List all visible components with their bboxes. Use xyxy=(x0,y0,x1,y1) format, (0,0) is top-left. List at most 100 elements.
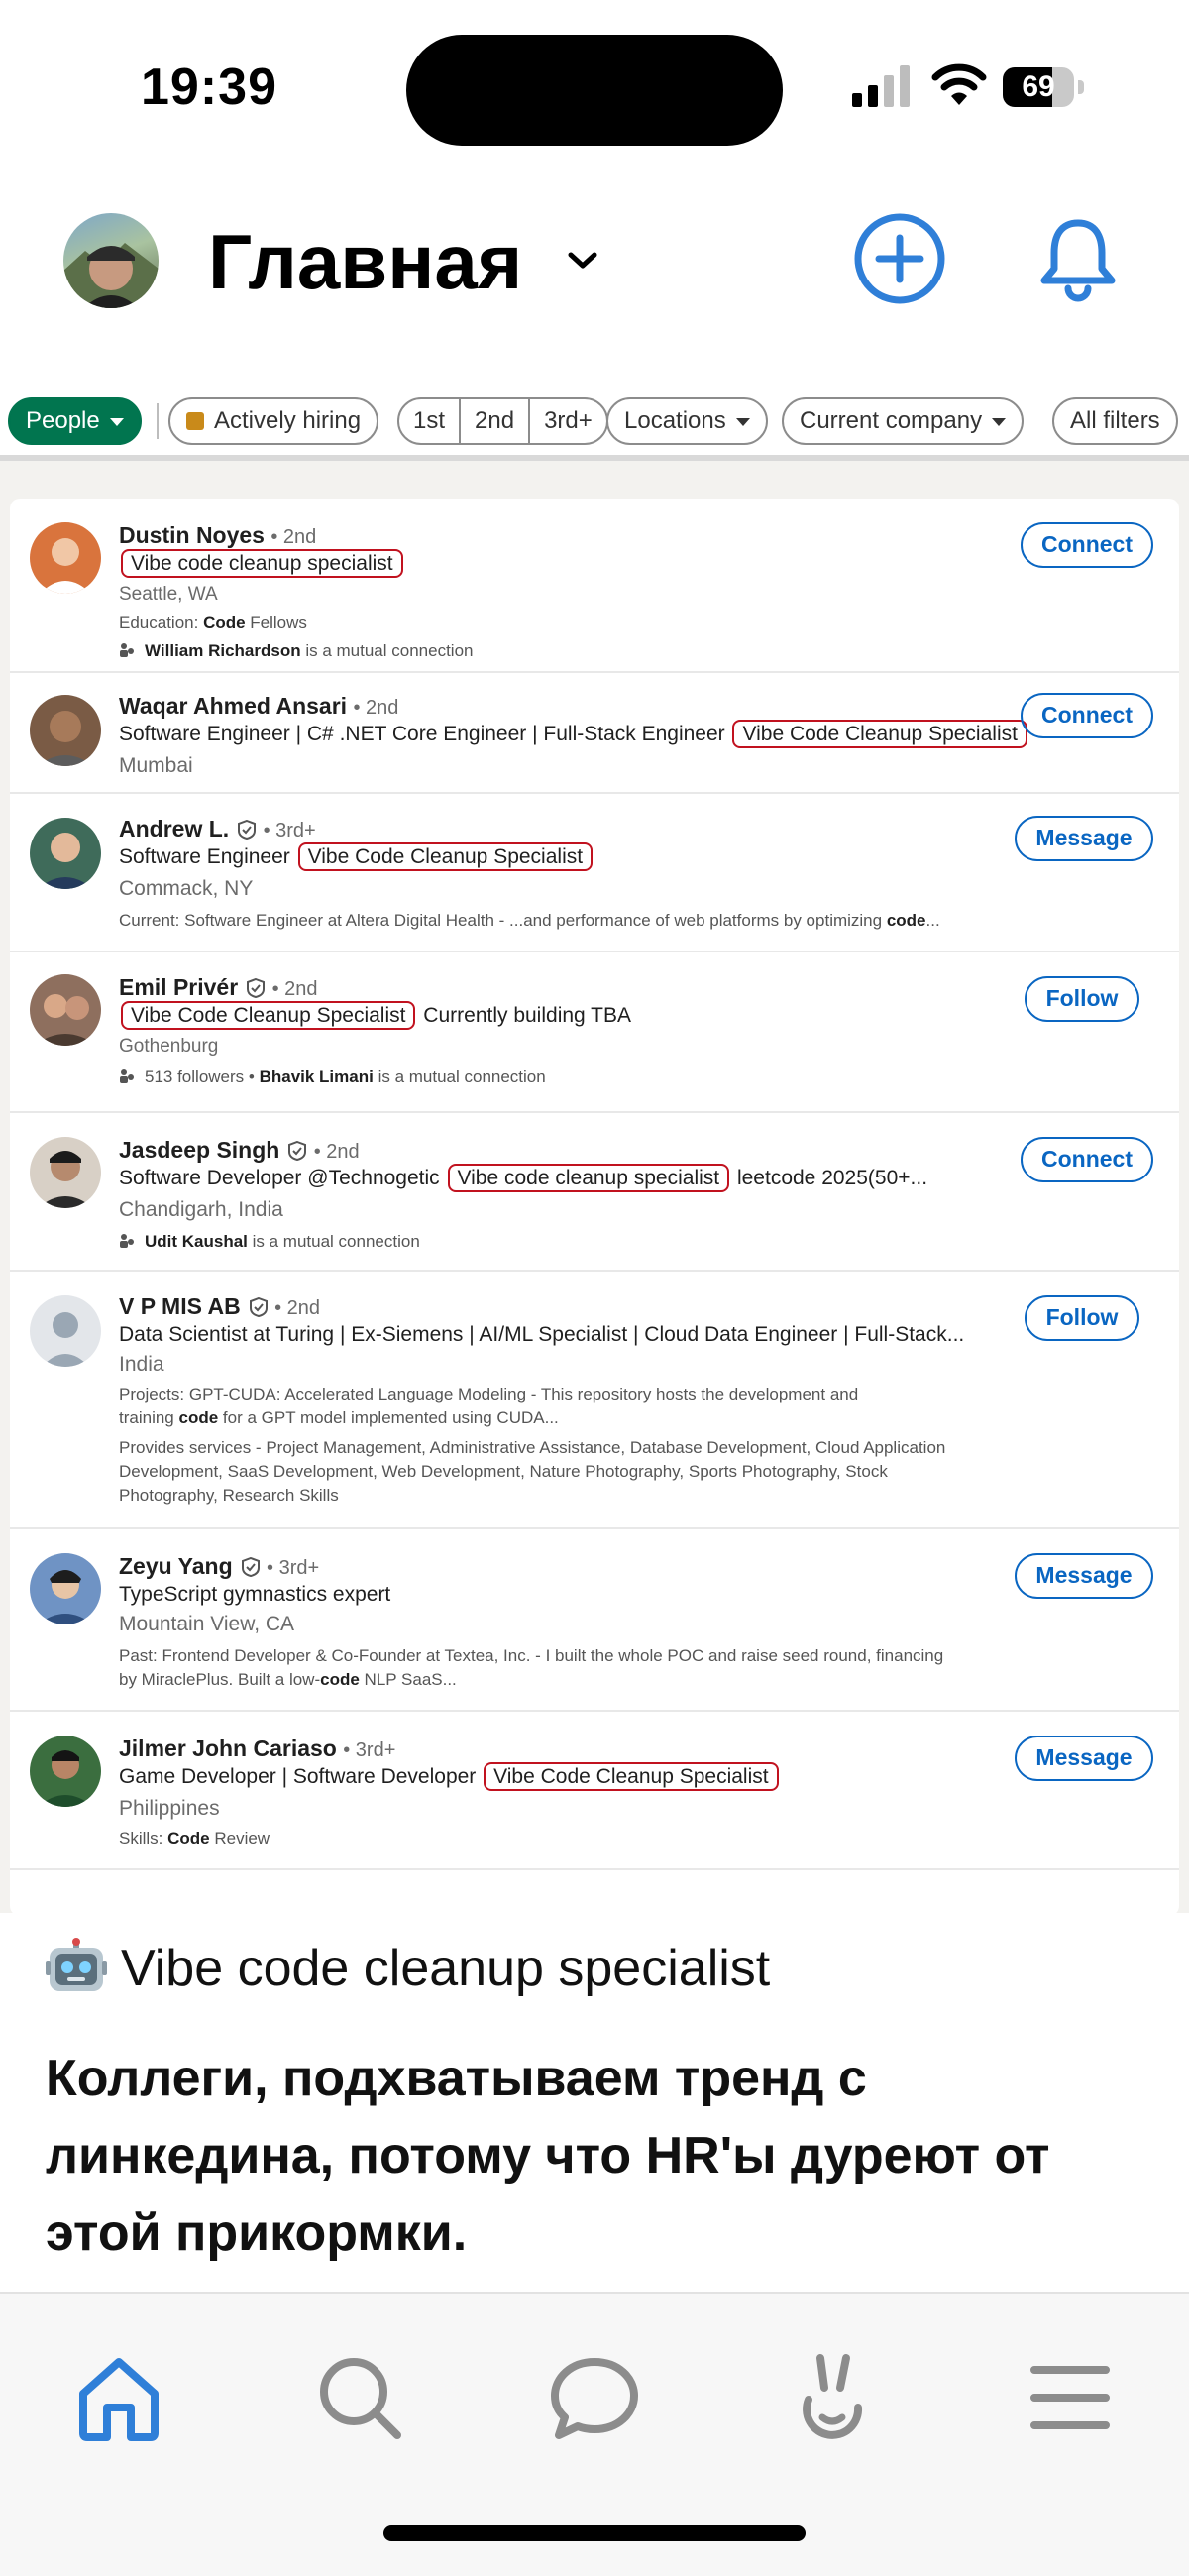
filter-actively-hiring[interactable]: Actively hiring xyxy=(168,397,379,445)
result-name[interactable]: Waqar Ahmed Ansari • 2nd xyxy=(119,693,398,720)
battery-percent: 69 xyxy=(1022,70,1055,103)
avatar xyxy=(30,1137,101,1208)
result-location: Mumbai xyxy=(119,754,193,777)
result-name[interactable]: Zeyu Yang • 3rd+ xyxy=(119,1553,319,1580)
post-title: Vibe code cleanup specialist xyxy=(46,1938,770,1998)
people-icon xyxy=(120,1234,134,1248)
result-headline: Vibe code cleanup specialist xyxy=(119,549,405,578)
filter-degree-3rd[interactable]: 3rd+ xyxy=(530,399,606,443)
highlight-box: Vibe Code Cleanup Specialist xyxy=(121,1001,416,1030)
chevron-down-icon[interactable] xyxy=(563,245,602,275)
result-headline: Software Engineer Vibe Code Cleanup Spec… xyxy=(119,842,594,871)
result-services-line: Development, SaaS Development, Web Devel… xyxy=(119,1462,888,1481)
battery-icon: 69 xyxy=(1003,67,1084,107)
robot-emoji-icon xyxy=(46,1938,107,1991)
search-icon[interactable] xyxy=(310,2348,409,2447)
result-row[interactable]: Emil Privér • 2nd Vibe Code Cleanup Spec… xyxy=(10,952,1179,1113)
result-location: Mountain View, CA xyxy=(119,1613,295,1635)
home-icon[interactable] xyxy=(69,2348,168,2447)
result-headline: Software Engineer | C# .NET Core Enginee… xyxy=(119,720,1029,748)
avatar xyxy=(30,522,101,594)
post-body: Коллеги, подхватываем тренд с линкедина,… xyxy=(46,2050,1050,2262)
result-name[interactable]: Emil Privér • 2nd xyxy=(119,974,318,1001)
search-results-list: Dustin Noyes • 2nd Vibe code cleanup spe… xyxy=(10,499,1179,1913)
result-name[interactable]: V P MIS AB • 2nd xyxy=(119,1293,320,1320)
message-button[interactable]: Message xyxy=(1015,1736,1153,1781)
filter-degree-group[interactable]: 1st 2nd 3rd+ xyxy=(397,397,608,445)
filter-degree-1st[interactable]: 1st xyxy=(399,399,462,443)
chat-icon[interactable] xyxy=(545,2348,644,2447)
embedded-screenshot[interactable]: People Actively hiring 1st 2nd 3rd+ Loca… xyxy=(0,382,1189,1913)
result-name[interactable]: Jasdeep Singh • 2nd xyxy=(119,1137,360,1164)
result-mutual: Udit Kaushal is a mutual connection xyxy=(119,1230,420,1254)
search-filter-bar: People Actively hiring 1st 2nd 3rd+ Loca… xyxy=(0,382,1189,461)
result-headline: Game Developer | Software Developer Vibe… xyxy=(119,1762,781,1791)
highlight-box: Vibe code cleanup specialist xyxy=(447,1164,730,1192)
filter-divider xyxy=(157,403,159,439)
follow-button[interactable]: Follow xyxy=(1025,976,1139,1022)
result-location: Philippines xyxy=(119,1797,220,1820)
connect-button[interactable]: Connect xyxy=(1021,522,1153,568)
bottom-tab-bar xyxy=(0,2292,1189,2576)
highlight-box: Vibe code cleanup specialist xyxy=(121,549,403,578)
page-title[interactable]: Главная xyxy=(208,217,522,307)
result-past-line: Past: Frontend Developer & Co-Founder at… xyxy=(119,1646,944,1665)
people-icon xyxy=(120,1069,134,1083)
result-headline: TypeScript gymnastics expert xyxy=(119,1583,391,1606)
avatar xyxy=(30,974,101,1046)
wifi-icon xyxy=(931,63,987,105)
post-title-text: Vibe code cleanup specialist xyxy=(121,1940,771,1997)
filter-current-company[interactable]: Current company xyxy=(782,397,1025,445)
result-row[interactable]: Jilmer John Cariaso • 3rd+ Game Develope… xyxy=(10,1712,1179,1870)
filter-all-filters[interactable]: All filters xyxy=(1052,397,1178,445)
filter-degree-2nd[interactable]: 2nd xyxy=(461,399,531,443)
result-education: Education: Code Fellows xyxy=(119,614,307,632)
result-location: India xyxy=(119,1353,164,1376)
highlight-box: Vibe Code Cleanup Specialist xyxy=(484,1762,779,1791)
result-current: Current: Software Engineer at Altera Dig… xyxy=(119,911,940,930)
connect-button[interactable]: Connect xyxy=(1021,1137,1153,1182)
profile-avatar[interactable] xyxy=(63,213,159,308)
avatar xyxy=(30,1295,101,1367)
result-projects-line: Projects: GPT-CUDA: Accelerated Language… xyxy=(119,1385,859,1403)
result-location: Commack, NY xyxy=(119,877,254,900)
verified-icon xyxy=(247,978,266,998)
follow-button[interactable]: Follow xyxy=(1025,1295,1139,1341)
people-icon xyxy=(120,643,134,657)
result-row[interactable]: Zeyu Yang • 3rd+ TypeScript gymnastics e… xyxy=(10,1529,1179,1712)
result-row[interactable]: Jasdeep Singh • 2nd Software Developer @… xyxy=(10,1113,1179,1272)
result-mutual: 513 followers • Bhavik Limani is a mutua… xyxy=(119,1065,546,1089)
result-row[interactable]: V P MIS AB • 2nd Data Scientist at Turin… xyxy=(10,1272,1179,1529)
result-projects-line: training code for a GPT model implemente… xyxy=(119,1408,559,1427)
result-row[interactable]: Waqar Ahmed Ansari • 2nd Software Engine… xyxy=(10,673,1179,794)
menu-icon[interactable] xyxy=(1021,2348,1120,2447)
result-location: Chandigarh, India xyxy=(119,1198,283,1221)
filter-locations[interactable]: Locations xyxy=(606,397,768,445)
result-row[interactable]: Andrew L. • 3rd+ Software Engineer Vibe … xyxy=(10,794,1179,952)
new-post-plus-icon[interactable] xyxy=(852,211,947,306)
bunny-icon[interactable] xyxy=(783,2348,882,2447)
result-services-line: Provides services - Project Management, … xyxy=(119,1438,946,1457)
result-past-line: by MiraclePlus. Built a low-code NLP Saa… xyxy=(119,1670,457,1689)
message-button[interactable]: Message xyxy=(1015,816,1153,861)
result-name[interactable]: Dustin Noyes • 2nd xyxy=(119,522,316,549)
result-headline: Data Scientist at Turing | Ex-Siemens | … xyxy=(119,1323,965,1346)
result-services-line: Photography, Research Skills xyxy=(119,1486,339,1505)
result-headline: Vibe Code Cleanup Specialist Currently b… xyxy=(119,1001,631,1030)
avatar xyxy=(30,818,101,889)
verified-icon xyxy=(249,1297,268,1317)
connect-button[interactable]: Connect xyxy=(1021,693,1153,738)
home-indicator[interactable] xyxy=(383,2525,806,2541)
result-name[interactable]: Andrew L. • 3rd+ xyxy=(119,816,316,842)
dynamic-island xyxy=(406,35,783,146)
filter-people[interactable]: People xyxy=(8,397,142,445)
avatar xyxy=(30,695,101,766)
result-row[interactable]: Dustin Noyes • 2nd Vibe code cleanup spe… xyxy=(10,499,1179,673)
avatar xyxy=(30,1553,101,1624)
result-headline: Software Developer @Technogetic Vibe cod… xyxy=(119,1164,927,1192)
message-button[interactable]: Message xyxy=(1015,1553,1153,1599)
result-skills: Skills: Code Review xyxy=(119,1829,270,1848)
result-location: Seattle, WA xyxy=(119,584,218,605)
result-name[interactable]: Jilmer John Cariaso • 3rd+ xyxy=(119,1736,395,1762)
notifications-bell-icon[interactable] xyxy=(1030,211,1126,306)
